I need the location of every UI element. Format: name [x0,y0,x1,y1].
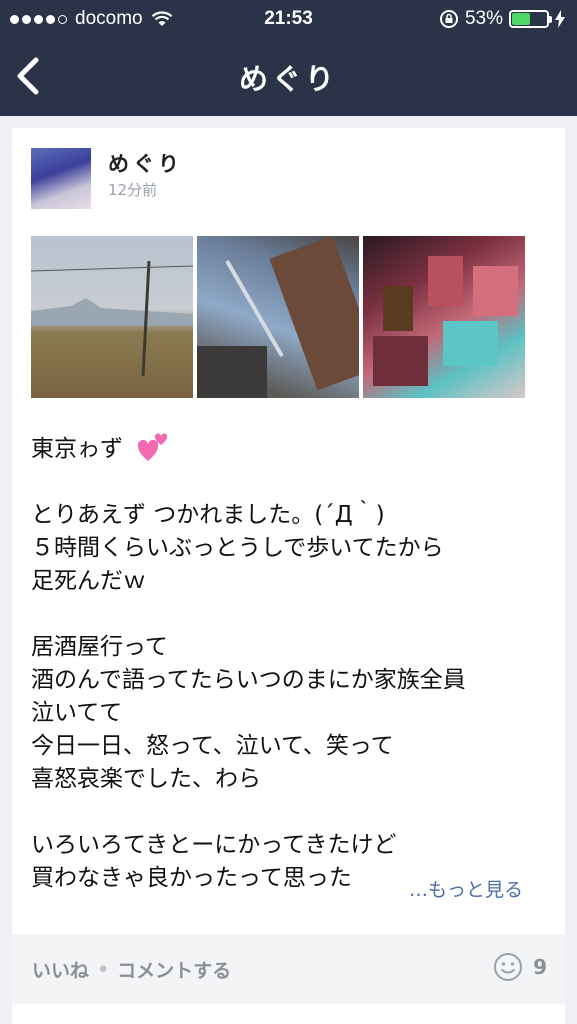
post-photo[interactable] [363,236,525,398]
post-body: 東京ゎず とりあえず つかれました。(´Д｀) ５時間くらいぶっとうしで歩いてた… [31,433,551,895]
post-text: 東京ゎず とりあえず つかれました。(´Д｀) ５時間くらいぶっとうしで歩いてた… [31,436,466,891]
smiley-icon [494,953,523,981]
post-time: 12分前 [108,181,158,199]
post-photo[interactable] [31,236,193,398]
status-bar: docomo 21:53 53% [0,0,577,38]
like-count: 9 [533,955,547,979]
post-actions: いいね • コメントする 9 [12,934,565,1004]
charging-icon [555,10,565,28]
read-more-link[interactable]: …もっと見る [409,875,523,902]
author-name[interactable]: めぐり [108,148,183,178]
rotation-lock-icon [439,10,458,28]
navigation-bar: めぐり [0,38,577,116]
like-count-area[interactable]: 9 [493,952,547,982]
battery-percent: 53% [464,8,503,29]
post-photo[interactable] [197,236,359,398]
page-title: めぐり [238,62,338,96]
action-separator: • [97,958,110,981]
battery-icon [509,10,552,28]
pink-hearts-icon [138,433,168,461]
photo-strip [31,236,525,398]
avatar[interactable] [31,148,91,209]
post-card: めぐり 12分前 東京ゎず とりあえず つかれました。(´Д｀) ５時間くらいぶ… [12,128,565,1024]
comment-button[interactable]: コメントする [117,956,231,983]
like-button[interactable]: いいね [32,956,89,983]
